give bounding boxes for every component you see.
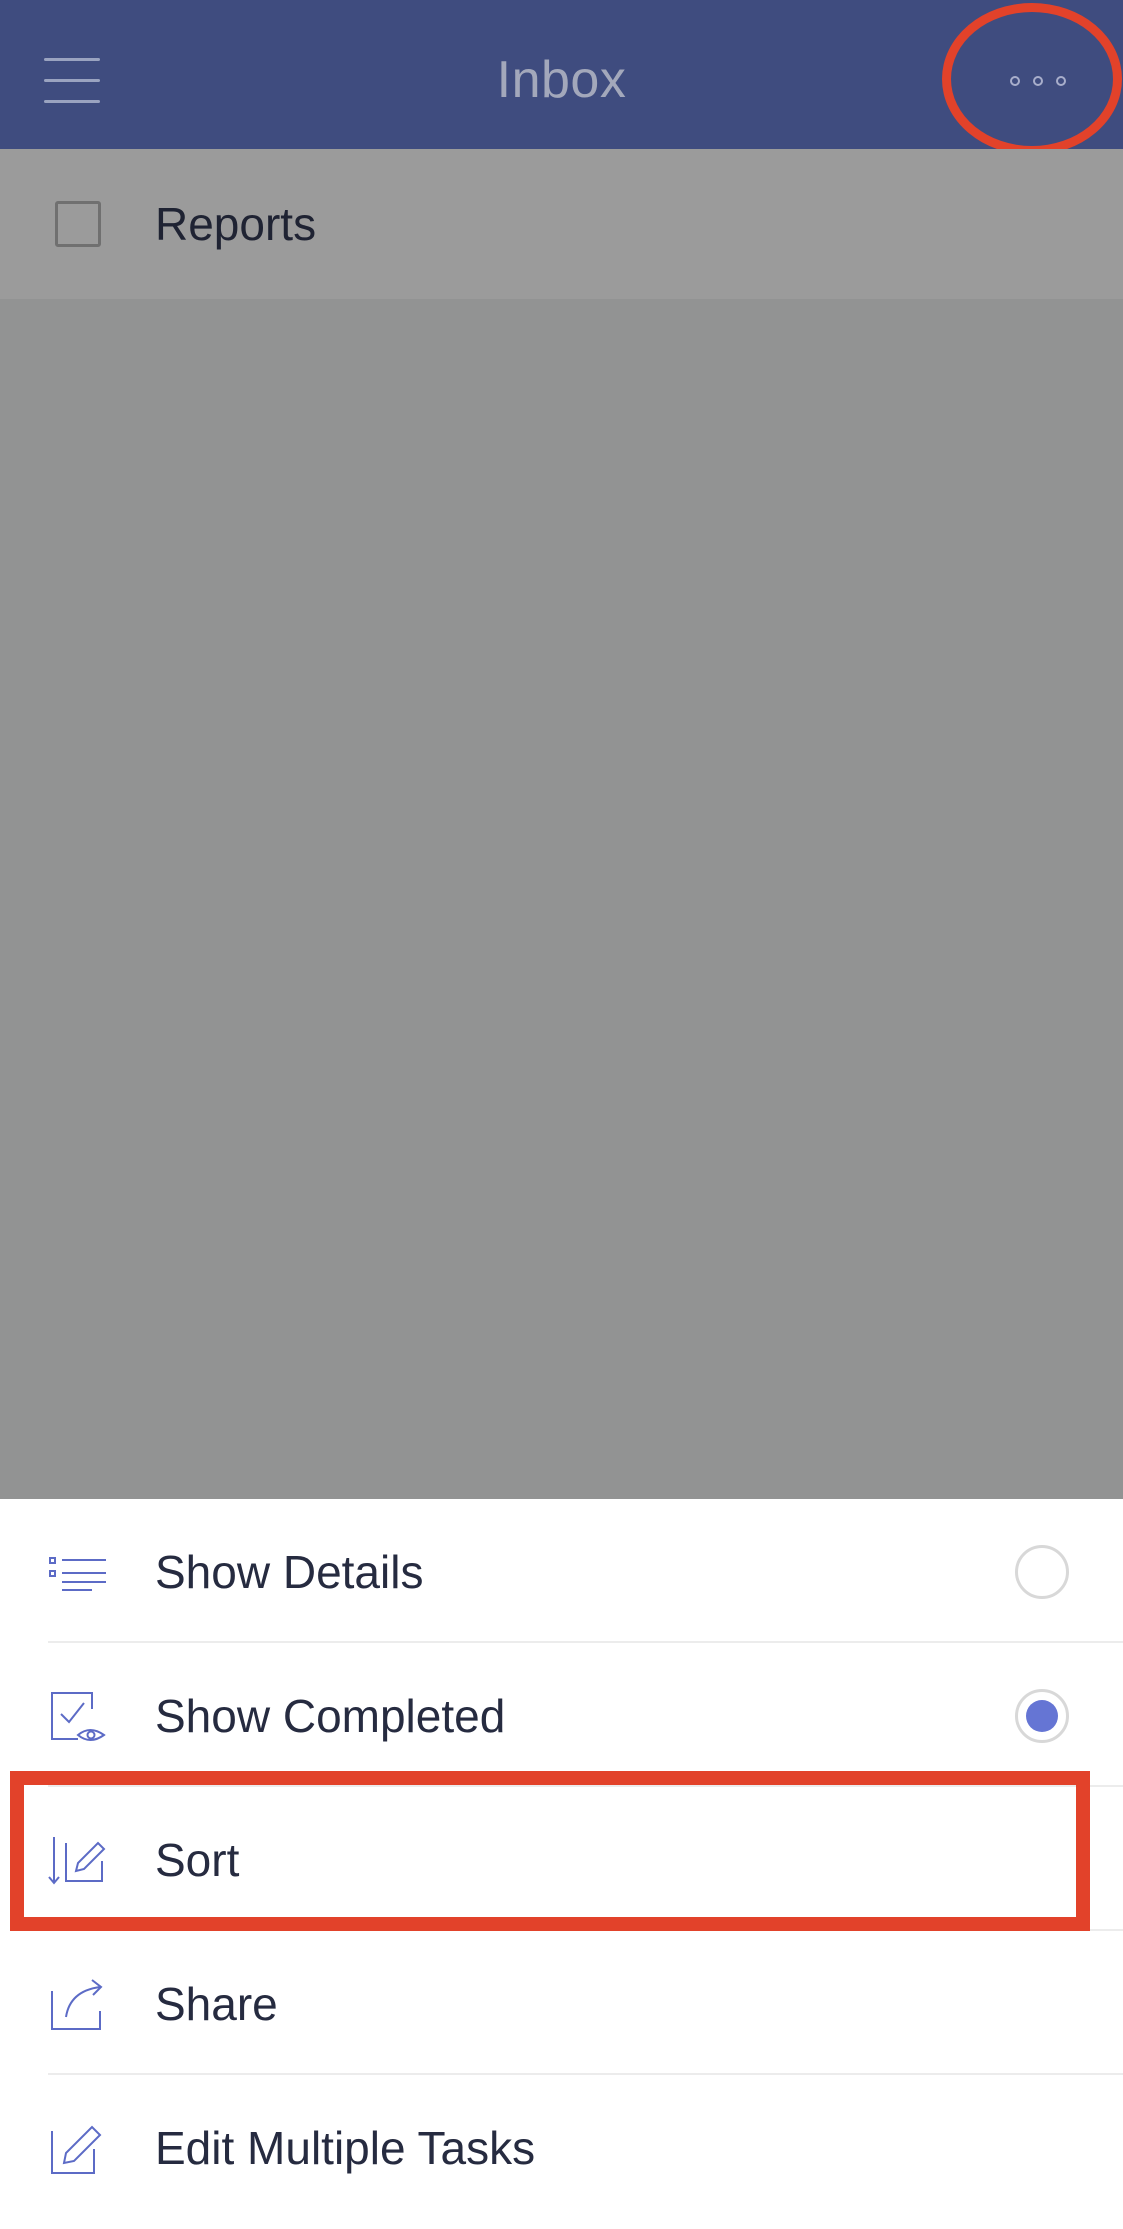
- task-list-dimmed: Reports: [0, 149, 1123, 1499]
- menu-item-show-completed[interactable]: Show Completed: [0, 1643, 1123, 1787]
- menu-item-label: Share: [155, 1978, 278, 2030]
- menu-item-share[interactable]: Share: [0, 1931, 1123, 2075]
- show-details-toggle[interactable]: [1015, 1545, 1069, 1599]
- edit-icon: [51, 2125, 102, 2174]
- highlight-box-annotation: [10, 1771, 1090, 1931]
- task-checkbox[interactable]: [55, 201, 101, 247]
- show-completed-toggle[interactable]: [1015, 1689, 1069, 1743]
- menu-item-show-details[interactable]: Show Details: [0, 1499, 1123, 1643]
- completed-eye-icon: [51, 1692, 106, 1741]
- menu-item-label: Show Details: [155, 1546, 424, 1598]
- task-label: Reports: [155, 198, 317, 250]
- menu-item-label: Show Completed: [155, 1690, 506, 1742]
- task-row[interactable]: Reports: [0, 149, 1123, 299]
- share-icon: [51, 1979, 103, 2030]
- highlight-circle-annotation: [942, 3, 1122, 155]
- details-list-icon: [49, 1557, 106, 1591]
- menu-item-label: Edit Multiple Tasks: [155, 2122, 536, 2174]
- menu-item-edit-multiple-tasks[interactable]: Edit Multiple Tasks: [0, 2075, 1123, 2219]
